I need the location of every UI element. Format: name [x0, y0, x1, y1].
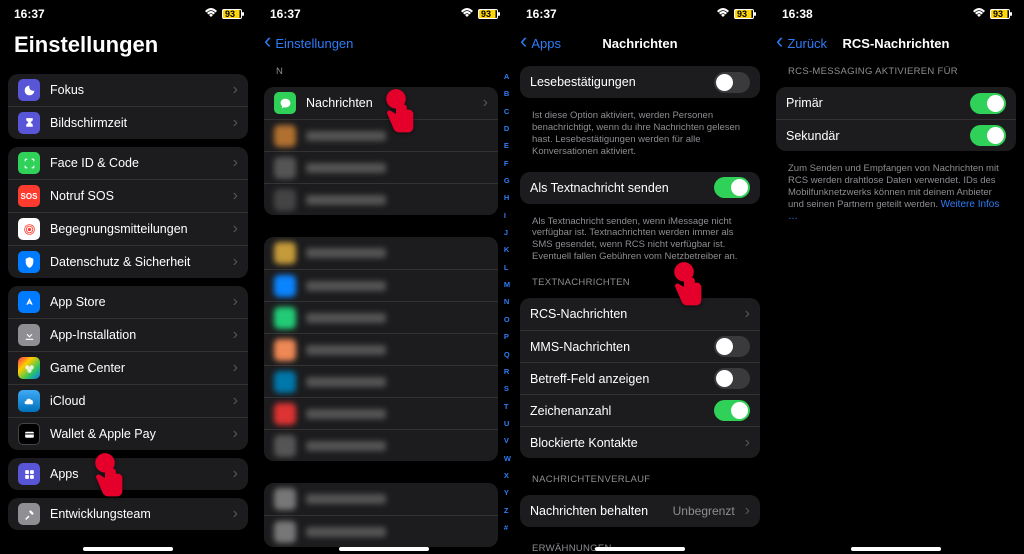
- screen-settings: 16:37 93 Einstellungen Fokus› Bildschirm…: [0, 0, 256, 554]
- header-textnachrichten: TEXTNACHRICHTEN: [520, 269, 760, 290]
- header-history: NACHRICHTENVERLAUF: [520, 466, 760, 487]
- status-bar: 16:37 93: [512, 0, 768, 28]
- back-button[interactable]: Apps: [520, 36, 561, 51]
- row-entwicklung[interactable]: Entwicklungsteam›: [8, 498, 248, 530]
- appstore-icon: [18, 291, 40, 313]
- home-indicator[interactable]: [851, 547, 941, 551]
- exposure-icon: [18, 218, 40, 240]
- row-begegnung[interactable]: Begegnungsmitteilungen›: [8, 212, 248, 245]
- blurred-row: [264, 269, 498, 301]
- row-gamecenter[interactable]: Game Center›: [8, 351, 248, 384]
- wifi-icon: [972, 7, 986, 21]
- row-fokus[interactable]: Fokus›: [8, 74, 248, 106]
- row-appinstall[interactable]: App-Installation›: [8, 318, 248, 351]
- toggle-charcount[interactable]: [714, 400, 750, 421]
- page-title: Einstellungen: [0, 28, 256, 66]
- blurred-row: [264, 119, 498, 151]
- home-indicator[interactable]: [83, 547, 173, 551]
- toggle-sendastext[interactable]: [714, 177, 750, 198]
- screen-apps-list: 16:37 93 Einstellungen N Nachrichten›: [256, 0, 512, 554]
- blurred-row: [264, 183, 498, 215]
- footer-rcs: Zum Senden und Empfangen von Nachrichten…: [776, 159, 1016, 230]
- sos-icon: SOS: [18, 185, 40, 207]
- hammer-icon: [18, 503, 40, 525]
- wifi-icon: [460, 7, 474, 21]
- row-secondary[interactable]: Sekundär: [776, 119, 1016, 151]
- screen-rcs: 16:38 93 Zurück RCS-Nachrichten RCS-MESS…: [768, 0, 1024, 554]
- row-apps[interactable]: Apps›: [8, 458, 248, 490]
- moon-icon: [18, 79, 40, 101]
- clock: 16:37: [14, 7, 45, 21]
- blurred-row: [264, 515, 498, 547]
- blurred-row: [264, 483, 498, 515]
- wifi-icon: [204, 7, 218, 21]
- row-appstore[interactable]: App Store›: [8, 286, 248, 318]
- gamecenter-icon: [18, 357, 40, 379]
- toggle-secondary[interactable]: [970, 125, 1006, 146]
- apps-icon: [18, 463, 40, 485]
- status-bar: 16:38 93: [768, 0, 1024, 28]
- row-sos[interactable]: SOS Notruf SOS›: [8, 179, 248, 212]
- messages-icon: [274, 92, 296, 114]
- toggle-subject[interactable]: [714, 368, 750, 389]
- blurred-row: [264, 365, 498, 397]
- cloud-icon: [18, 390, 40, 412]
- row-blocked[interactable]: Blockierte Kontakte›: [520, 426, 760, 458]
- clock: 16:37: [526, 7, 557, 21]
- blurred-row: [264, 397, 498, 429]
- footer-readreceipts: Ist diese Option aktiviert, werden Perso…: [520, 106, 760, 164]
- footer-sendastext: Als Textnachricht senden, wenn iMessage …: [520, 212, 760, 270]
- toggle-mms[interactable]: [714, 336, 750, 357]
- battery-icon: 93: [478, 9, 498, 19]
- row-mms[interactable]: MMS-Nachrichten: [520, 330, 760, 362]
- row-sendastext[interactable]: Als Textnachricht senden: [520, 172, 760, 204]
- download-icon: [18, 324, 40, 346]
- blurred-row: [264, 333, 498, 365]
- home-indicator[interactable]: [339, 547, 429, 551]
- row-rcs[interactable]: RCS-Nachrichten›: [520, 298, 760, 330]
- row-wallet[interactable]: Wallet & Apple Pay›: [8, 417, 248, 450]
- back-button[interactable]: Einstellungen: [264, 36, 353, 51]
- back-button[interactable]: Zurück: [776, 36, 827, 51]
- battery-icon: 93: [222, 9, 242, 19]
- row-keep[interactable]: Nachrichten behalten Unbegrenzt ›: [520, 495, 760, 527]
- row-datenschutz[interactable]: Datenschutz & Sicherheit›: [8, 245, 248, 278]
- blurred-row: [264, 237, 498, 269]
- clock: 16:38: [782, 7, 813, 21]
- section-header: N: [264, 58, 498, 79]
- faceid-icon: [18, 152, 40, 174]
- hourglass-icon: [18, 112, 40, 134]
- status-bar: 16:37 93: [256, 0, 512, 28]
- blurred-row: [264, 301, 498, 333]
- home-indicator[interactable]: [595, 547, 685, 551]
- screen-nachrichten: 16:37 93 Apps Nachrichten Lesebestätigun…: [512, 0, 768, 554]
- blurred-row: [264, 429, 498, 461]
- row-primary[interactable]: Primär: [776, 87, 1016, 119]
- row-icloud[interactable]: iCloud›: [8, 384, 248, 417]
- clock: 16:37: [270, 7, 301, 21]
- row-bildschirmzeit[interactable]: Bildschirmzeit›: [8, 106, 248, 139]
- battery-icon: 93: [990, 9, 1010, 19]
- row-readreceipts[interactable]: Lesebestätigungen: [520, 66, 760, 98]
- alpha-index[interactable]: ABCDEFGHIJKLMNOPQRSTUVWXYZ#: [504, 70, 511, 534]
- wifi-icon: [716, 7, 730, 21]
- row-nachrichten[interactable]: Nachrichten›: [264, 87, 498, 119]
- toggle-readreceipts[interactable]: [714, 72, 750, 93]
- wallet-icon: [18, 423, 40, 445]
- row-faceid[interactable]: Face ID & Code›: [8, 147, 248, 179]
- toggle-primary[interactable]: [970, 93, 1006, 114]
- hand-icon: [18, 251, 40, 273]
- row-charcount[interactable]: Zeichenanzahl: [520, 394, 760, 426]
- row-subject[interactable]: Betreff-Feld anzeigen: [520, 362, 760, 394]
- battery-icon: 93: [734, 9, 754, 19]
- header-mentions: ERWÄHNUNGEN: [520, 535, 760, 554]
- header-rcs-activate: RCS-MESSAGING AKTIVIEREN FÜR: [776, 58, 1016, 79]
- status-bar: 16:37 93: [0, 0, 256, 28]
- blurred-row: [264, 151, 498, 183]
